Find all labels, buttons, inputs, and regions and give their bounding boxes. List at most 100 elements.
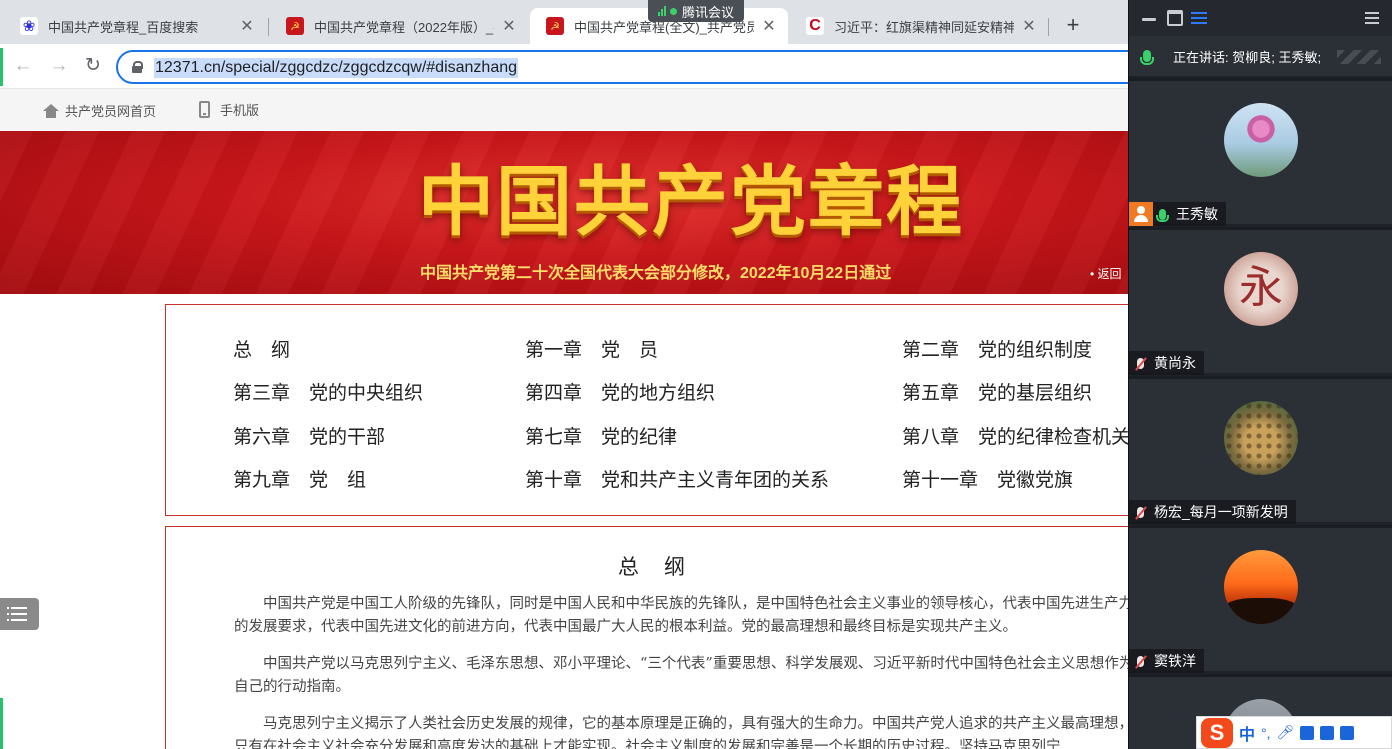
party-emblem-icon: ☭ <box>286 17 304 35</box>
toc-link-chapter-6[interactable]: 第六章 党的干部 <box>233 425 385 449</box>
menu-line <box>7 607 27 609</box>
url-text[interactable]: 12371.cn/special/zggcdzc/zggcdzcqw/#disa… <box>154 58 519 78</box>
new-tab-button[interactable]: + <box>1060 14 1086 36</box>
participant-name: 王秀敏 <box>1176 206 1218 222</box>
constitution-content: 总 纲 中国共产党是中国工人阶级的先锋队，同时是中国人民和中华民族的先锋队，是中… <box>165 526 1140 749</box>
tab-separator <box>1048 18 1049 36</box>
back-link[interactable]: • 返回 <box>1090 265 1122 282</box>
panel-toolbar <box>1129 0 1392 36</box>
reload-button[interactable]: ↻ <box>82 55 104 77</box>
site-top-nav: 共产党员网首页 手机版 <box>0 88 1128 130</box>
participant-tile[interactable]: 窦铁洋 <box>1129 525 1392 673</box>
menu-line <box>7 613 27 615</box>
microphone-muted-icon <box>1137 506 1144 518</box>
back-button[interactable]: ← <box>12 55 34 77</box>
mobile-phone-icon <box>199 101 210 118</box>
participant-name: 窦铁洋 <box>1154 653 1196 669</box>
toc-link-chapter-2[interactable]: 第二章 党的组织制度 <box>902 338 1092 362</box>
tab-title: 中国共产党章程_百度搜索 <box>48 19 199 35</box>
participant-name-tag: 黄尚永 <box>1129 351 1204 375</box>
cctv-logo-icon: C <box>806 17 824 35</box>
avatar <box>1224 103 1298 177</box>
party-emblem-icon: ☭ <box>546 17 564 35</box>
banner-title: 中国共产党章程 <box>418 157 964 246</box>
tab-separator <box>268 18 269 36</box>
share-border <box>0 48 3 86</box>
lock-icon[interactable] <box>132 61 143 73</box>
ime-toolbar[interactable]: S 中 °, 🎤︎ <box>1196 716 1392 749</box>
toc-link-chapter-5[interactable]: 第五章 党的基层组织 <box>902 381 1092 405</box>
participant-name-tag: 王秀敏 <box>1129 202 1226 226</box>
tab-strip: ❀ 中国共产党章程_百度搜索 ✕ ☭ 中国共产党章程（2022年版）_共产党员网… <box>0 0 1128 44</box>
participant-tile[interactable]: 王秀敏 <box>1129 78 1392 226</box>
paragraph: 马克思列宁主义揭示了人类社会历史发展的规律，它的基本原理是正确的，具有强大的生命… <box>234 716 1133 749</box>
meeting-participant-panel: 正在讲话: 贺柳良; 王秀敏; 王秀敏 永 黄尚永 杨宏_每月一项新发明 窦铁洋 <box>1128 0 1392 749</box>
home-link[interactable]: 共产党员网首页 <box>43 101 156 120</box>
toc-link-chapter-4[interactable]: 第四章 党的地方组织 <box>525 381 715 405</box>
tab-baidu-search[interactable]: ❀ 中国共产党章程_百度搜索 ✕ <box>4 8 266 44</box>
close-icon[interactable]: ✕ <box>238 16 256 36</box>
paragraph: 中国共产党以马克思列宁主义、毛泽东思想、邓小平理论、“三个代表”重要思想、科学发… <box>234 656 1134 695</box>
avatar: 永 <box>1224 252 1298 326</box>
section-heading: 总 纲 <box>618 555 687 579</box>
ime-mode-toggle[interactable]: 中 <box>1239 721 1255 745</box>
toc-link-chapter-10[interactable]: 第十章 党和共产主义青年团的关系 <box>525 468 829 492</box>
meeting-app-label: 腾讯会议 <box>682 4 735 20</box>
home-icon <box>43 103 59 118</box>
close-icon[interactable]: ✕ <box>1020 16 1038 36</box>
close-icon[interactable]: ✕ <box>760 16 778 36</box>
constitution-banner: 中国共产党章程 中国共产党第二十次全国代表大会部分修改，2022年10月22日通… <box>0 131 1128 294</box>
mobile-link-label: 手机版 <box>220 104 260 119</box>
list-view-icon[interactable] <box>1191 10 1207 26</box>
participant-name: 黄尚永 <box>1154 355 1196 371</box>
meeting-status-pill[interactable]: 腾讯会议 <box>648 0 745 22</box>
minimize-icon[interactable] <box>1141 10 1157 26</box>
avatar-initial: 永 <box>1239 262 1283 313</box>
baidu-paw-icon: ❀ <box>20 17 38 35</box>
punctuation-toggle[interactable]: °, <box>1261 725 1271 741</box>
toc-link-chapter-3[interactable]: 第三章 党的中央组织 <box>233 381 423 405</box>
chapter-toc: 总 纲 第一章 党 员 第二章 党的组织制度 第三章 党的中央组织 第四章 党的… <box>165 304 1140 516</box>
participant-name: 杨宏_每月一项新发明 <box>1154 504 1288 520</box>
toolbox-icon[interactable] <box>1340 725 1355 740</box>
toc-link-chapter-1[interactable]: 第一章 党 员 <box>525 338 658 362</box>
toc-link-chapter-11[interactable]: 第十一章 党徽党旗 <box>902 468 1073 492</box>
close-icon[interactable]: ✕ <box>500 16 518 36</box>
participant-name-tag: 窦铁洋 <box>1129 649 1204 673</box>
toc-link-general-outline[interactable]: 总 纲 <box>233 338 290 362</box>
audio-wave-icon <box>1337 50 1381 64</box>
floating-menu-button[interactable] <box>0 598 39 630</box>
active-speaker-text: 正在讲话: 贺柳良; 王秀敏; <box>1173 49 1322 65</box>
share-border <box>0 698 3 749</box>
mobile-link[interactable]: 手机版 <box>199 100 259 119</box>
menu-line <box>7 619 27 621</box>
recording-dot-icon <box>670 7 677 15</box>
toc-link-chapter-7[interactable]: 第七章 党的纪律 <box>525 425 677 449</box>
paragraph: 中国共产党是中国工人阶级的先锋队，同时是中国人民和中华民族的先锋队，是中国特色社… <box>234 596 1133 635</box>
skin-icon[interactable] <box>1320 725 1335 740</box>
sogou-logo-icon[interactable]: S <box>1201 717 1233 748</box>
forward-button[interactable]: → <box>48 55 70 77</box>
microphone-muted-icon <box>1137 655 1144 667</box>
toc-link-chapter-8[interactable]: 第八章 党的纪律检查机关 <box>902 425 1130 449</box>
address-bar[interactable]: 12371.cn/special/zggcdzc/zggcdzcqw/#disa… <box>116 50 1146 84</box>
toc-link-chapter-9[interactable]: 第九章 党 组 <box>233 468 366 492</box>
signal-icon <box>658 6 666 16</box>
tab-party-constitution-2022[interactable]: ☭ 中国共产党章程（2022年版）_共产党员网 ✕ <box>270 8 528 44</box>
microphone-icon <box>1156 208 1169 222</box>
window-icon[interactable] <box>1167 10 1183 26</box>
active-speaker-bar: 正在讲话: 贺柳良; 王秀敏; <box>1129 36 1392 76</box>
avatar <box>1224 401 1298 475</box>
participant-tile[interactable]: 杨宏_每月一项新发明 <box>1129 376 1392 524</box>
tab-xi-hongqiqu[interactable]: C 习近平：红旗渠精神同延安精神是一脉相承的 ✕ <box>790 8 1048 44</box>
avatar <box>1224 550 1298 624</box>
voice-input-icon[interactable]: 🎤︎ <box>1277 724 1295 741</box>
home-link-label: 共产党员网首页 <box>65 105 157 120</box>
microphone-muted-icon <box>1137 357 1144 369</box>
keyboard-icon[interactable] <box>1300 725 1315 740</box>
participant-tile[interactable]: 永 黄尚永 <box>1129 227 1392 375</box>
tab-title: 中国共产党章程（2022年版）_共产党员网 <box>314 19 494 35</box>
tab-title: 习近平：红旗渠精神同延安精神是一脉相承的 <box>834 19 1014 35</box>
expand-panel-icon[interactable] <box>1365 10 1381 26</box>
host-icon <box>1129 202 1153 226</box>
